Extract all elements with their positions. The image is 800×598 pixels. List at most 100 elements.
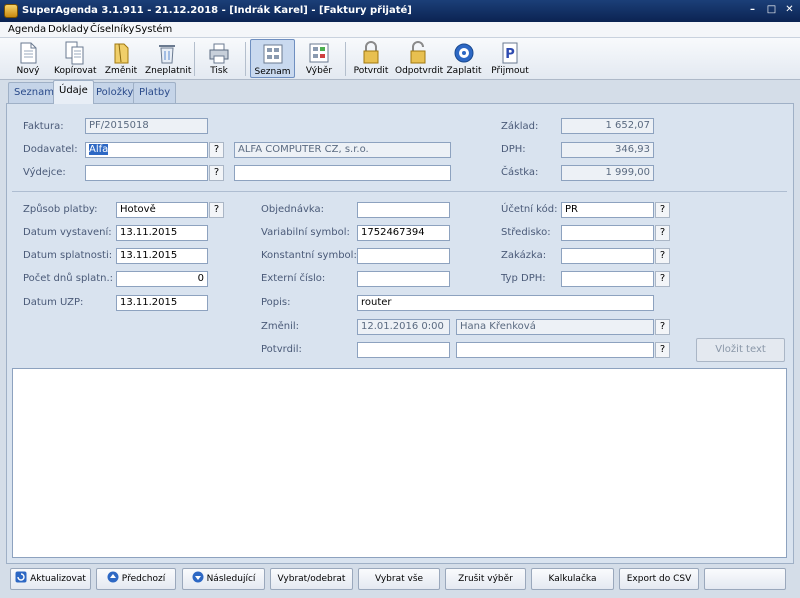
vydejce-help-button[interactable]: ? [209, 165, 224, 181]
zakazka-field[interactable] [561, 248, 654, 264]
menu-ciselniky[interactable]: Číselníky [90, 24, 134, 35]
ucetni-kod-label: Účetní kód: [501, 204, 558, 215]
konstantni-symbol-field[interactable] [357, 248, 450, 264]
tab-udaje[interactable]: Údaje [53, 80, 94, 104]
vybrat-odebrat-button[interactable]: Vybrat/odebrat [270, 568, 353, 590]
dodavatel-help-button[interactable]: ? [209, 142, 224, 158]
lock-icon [363, 41, 379, 64]
variabilni-symbol-field[interactable]: 1752467394 [357, 225, 450, 241]
popis-field[interactable]: router [357, 295, 654, 311]
empty-button[interactable] [704, 568, 786, 590]
vybrat-vse-button[interactable]: Vybrat vše [358, 568, 440, 590]
tisk-button[interactable]: Tisk [200, 39, 238, 78]
close-icon[interactable]: ✕ [783, 4, 796, 17]
zneplatnit-button[interactable]: Zneplatnit [145, 39, 191, 78]
zakazka-help-button[interactable]: ? [655, 248, 670, 264]
novy-button[interactable]: Nový [8, 39, 48, 78]
zaplatit-button[interactable]: Zaplatit [444, 39, 484, 78]
prijmout-button[interactable]: P Přijmout [490, 39, 530, 78]
objednavka-field[interactable] [357, 202, 450, 218]
typ-dph-help-button[interactable]: ? [655, 271, 670, 287]
zakazka-label: Zakázka: [501, 250, 547, 261]
objednavka-label: Objednávka: [261, 204, 324, 215]
stredisko-help-button[interactable]: ? [655, 225, 670, 241]
seznam-button[interactable]: Seznam [250, 39, 295, 78]
stredisko-label: Středisko: [501, 227, 551, 238]
datum-vystaveni-field[interactable]: 13.11.2015 [116, 225, 208, 241]
predchozi-button[interactable]: Předchozí [96, 568, 176, 590]
minimize-icon[interactable]: – [746, 4, 759, 17]
nasledujici-button[interactable]: Následující [182, 568, 265, 590]
zmenil-label: Změnil: [261, 321, 300, 332]
potvrdit-button[interactable]: Potvrdit [350, 39, 392, 78]
toolbar-separator [194, 42, 195, 76]
menu-agenda[interactable]: Agenda [8, 24, 46, 35]
zmenil-date-field: 12.01.2016 0:00 [357, 319, 450, 335]
arrow-down-icon [192, 571, 204, 583]
potvrdil-help-button[interactable]: ? [655, 342, 670, 358]
datum-splatnosti-field[interactable]: 13.11.2015 [116, 248, 208, 264]
dodavatel-value: Alfa [89, 144, 109, 155]
list-view-icon [263, 44, 282, 64]
faktura-field[interactable]: PF/2015018 [85, 118, 208, 134]
menu-bar: Agenda Doklady Číselníky Systém [0, 22, 800, 38]
potvrdil-date-field [357, 342, 450, 358]
datum-uzp-label: Datum UZP: [23, 297, 84, 308]
menu-doklady[interactable]: Doklady [48, 24, 89, 35]
unlock-icon [410, 41, 426, 64]
zpusob-platby-help-button[interactable]: ? [209, 202, 224, 218]
aktualizovat-button[interactable]: Aktualizovat [10, 568, 91, 590]
vlozit-text-button[interactable]: Vložit text [696, 338, 785, 362]
kopirovat-button[interactable]: Kopírovat [54, 39, 97, 78]
zmenit-button[interactable]: Změnit [102, 39, 140, 78]
ucetni-kod-help-button[interactable]: ? [655, 202, 670, 218]
castka-field: 1 999,00 [561, 165, 654, 181]
refresh-icon [15, 571, 27, 583]
pocet-dnu-field[interactable]: 0 [116, 271, 208, 287]
vydejce-field[interactable] [85, 165, 208, 181]
ucetni-kod-field[interactable]: PR [561, 202, 654, 218]
tab-polozky[interactable]: Položky [90, 82, 140, 103]
payment-icon [454, 43, 474, 63]
dodavatel-field[interactable]: Alfa [85, 142, 208, 158]
arrow-up-icon [107, 571, 119, 583]
vydejce-name-field [234, 165, 451, 181]
datum-splatnosti-label: Datum splatnosti: [23, 250, 113, 261]
castka-label: Částka: [501, 167, 539, 178]
dodavatel-label: Dodavatel: [23, 144, 78, 155]
export-csv-button[interactable]: Export do CSV [619, 568, 699, 590]
note-textarea[interactable] [12, 368, 787, 558]
restore-icon[interactable]: □ [765, 4, 778, 17]
dph-label: DPH: [501, 144, 526, 155]
select-icon [309, 43, 329, 63]
kalkulacka-button[interactable]: Kalkulačka [531, 568, 614, 590]
toolbar: Nový Kopírovat Změnit Zneplatnit Tisk Se… [0, 38, 800, 80]
zaklad-field: 1 652,07 [561, 118, 654, 134]
potvrdil-label: Potvrdil: [261, 344, 302, 355]
datum-vystaveni-label: Datum vystavení: [23, 227, 112, 238]
title-bar: SuperAgenda 3.1.911 - 21.12.2018 - [Indr… [0, 0, 800, 22]
potvrdil-user-field [456, 342, 654, 358]
zpusob-platby-field[interactable]: Hotově [116, 202, 208, 218]
menu-system[interactable]: Systém [135, 24, 172, 35]
odpotvrdit-button[interactable]: Odpotvrdit [395, 39, 443, 78]
edit-folder-icon [114, 43, 129, 64]
typ-dph-field[interactable] [561, 271, 654, 287]
popis-label: Popis: [261, 297, 291, 308]
dph-field: 346,93 [561, 142, 654, 158]
new-document-icon [20, 42, 37, 64]
tab-platby[interactable]: Platby [133, 82, 177, 103]
faktura-label: Faktura: [23, 121, 64, 132]
svg-text:P: P [505, 47, 515, 62]
zmenil-help-button[interactable]: ? [655, 319, 670, 335]
stredisko-field[interactable] [561, 225, 654, 241]
datum-uzp-field[interactable]: 13.11.2015 [116, 295, 208, 311]
printer-icon [209, 43, 229, 64]
externi-cislo-field[interactable] [357, 271, 450, 287]
zpusob-platby-label: Způsob platby: [23, 204, 98, 215]
variabilni-symbol-label: Variabilní symbol: [261, 227, 350, 238]
receive-p-icon: P [502, 42, 518, 64]
dodavatel-name-field: ALFA COMPUTER CZ, s.r.o. [234, 142, 451, 158]
vyber-button[interactable]: Výběr [300, 39, 338, 78]
zrusit-vyber-button[interactable]: Zrušit výběr [445, 568, 526, 590]
